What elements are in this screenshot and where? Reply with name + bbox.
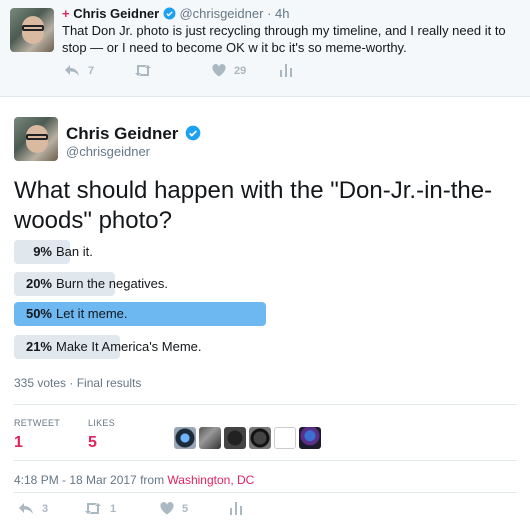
avatar[interactable]	[174, 427, 196, 449]
retweet-stat[interactable]: RETWEET 1	[14, 418, 60, 452]
retweet-icon	[135, 65, 151, 76]
poll-results: 335 votes · Final results	[14, 376, 141, 390]
tweet-text: That Don Jr. photo is just recycling thr…	[62, 23, 506, 55]
poll-status: · Final results	[69, 376, 142, 390]
poll-percent: 20%	[25, 276, 52, 291]
retweet-action[interactable]: 1	[84, 502, 116, 515]
author-name[interactable]: Chris Geidner	[73, 6, 159, 21]
retweet-icon	[85, 503, 101, 514]
poll-label: Ban it.	[56, 244, 93, 259]
avatar-glasses	[26, 134, 48, 140]
author-handle[interactable]: @chrisgeidner	[66, 144, 150, 159]
divider	[14, 404, 516, 405]
retweet-stat-value: 1	[14, 434, 23, 451]
tweet-timestamp: 4:18 PM - 18 Mar 2017 from Washington, D…	[14, 473, 254, 487]
timestamp-text: 4:18 PM - 18 Mar 2017 from	[14, 473, 168, 487]
likes-stat[interactable]: LIKES 5	[88, 418, 115, 452]
poll-label: Make It America's Meme.	[56, 339, 202, 354]
heart-icon	[212, 64, 226, 77]
divider	[14, 492, 516, 493]
avatar[interactable]	[274, 427, 296, 449]
avatar[interactable]	[249, 427, 271, 449]
reply-action[interactable]: 7	[64, 64, 94, 77]
avatar[interactable]	[224, 427, 246, 449]
retweet-action[interactable]	[134, 64, 160, 77]
parent-tweet[interactable]: + Chris Geidner @chrisgeidner · 4h That …	[0, 0, 530, 97]
vote-count: 335 votes	[14, 376, 67, 390]
avatar[interactable]	[299, 427, 321, 449]
analytics-action[interactable]	[230, 502, 242, 515]
follow-plus[interactable]: +	[62, 6, 70, 21]
avatar[interactable]	[14, 117, 58, 161]
avatar[interactable]	[199, 427, 221, 449]
retweet-stat-label: RETWEET	[14, 418, 61, 428]
poll-option-winner: 50% Let it meme.	[14, 302, 266, 326]
likes-stat-label: LIKES	[88, 418, 116, 428]
poll-option: 9% Ban it.	[14, 240, 266, 264]
poll-percent: 9%	[33, 244, 52, 259]
analytics-icon	[280, 64, 292, 77]
tweet-time[interactable]: · 4h	[267, 6, 289, 21]
reply-count: 7	[88, 64, 95, 77]
parent-tweet-actions: 7 29	[62, 64, 302, 80]
reply-icon	[65, 65, 79, 76]
like-action[interactable]: 29	[212, 64, 246, 77]
location-link[interactable]: Washington, DC	[167, 473, 254, 487]
poll-label: Let it meme.	[56, 306, 128, 321]
poll-percent: 21%	[25, 339, 52, 354]
author-name[interactable]: Chris Geidner	[66, 124, 178, 143]
author-handle[interactable]: @chrisgeidner	[179, 6, 263, 21]
reply-icon	[19, 503, 33, 514]
verified-icon	[185, 125, 201, 141]
analytics-icon	[230, 502, 242, 515]
like-count: 5	[182, 502, 189, 515]
verified-icon	[163, 7, 176, 20]
poll-option: 21% Make It America's Meme.	[14, 335, 266, 359]
poll-label: Burn the negatives.	[56, 276, 169, 291]
poll-percent: 50%	[25, 306, 52, 321]
author-name-row[interactable]: Chris Geidner	[66, 124, 201, 144]
tweet-actions: 3 1 5	[18, 502, 268, 518]
heart-icon	[160, 502, 174, 515]
likes-stat-value: 5	[88, 434, 97, 451]
reply-action[interactable]: 3	[18, 502, 48, 515]
poll-option: 20% Burn the negatives.	[14, 272, 266, 296]
analytics-action[interactable]	[280, 64, 292, 77]
reply-count: 3	[42, 502, 49, 515]
likers-avatars	[174, 427, 321, 449]
avatar[interactable]	[10, 8, 54, 52]
retweet-count: 1	[110, 502, 117, 515]
divider	[14, 460, 516, 461]
poll-question: What should happen with the "Don-Jr.-in-…	[14, 177, 493, 234]
avatar-glasses	[22, 25, 44, 31]
like-count: 29	[234, 64, 247, 77]
like-action[interactable]: 5	[160, 502, 188, 515]
parent-tweet-header: + Chris Geidner @chrisgeidner · 4h	[62, 6, 289, 21]
